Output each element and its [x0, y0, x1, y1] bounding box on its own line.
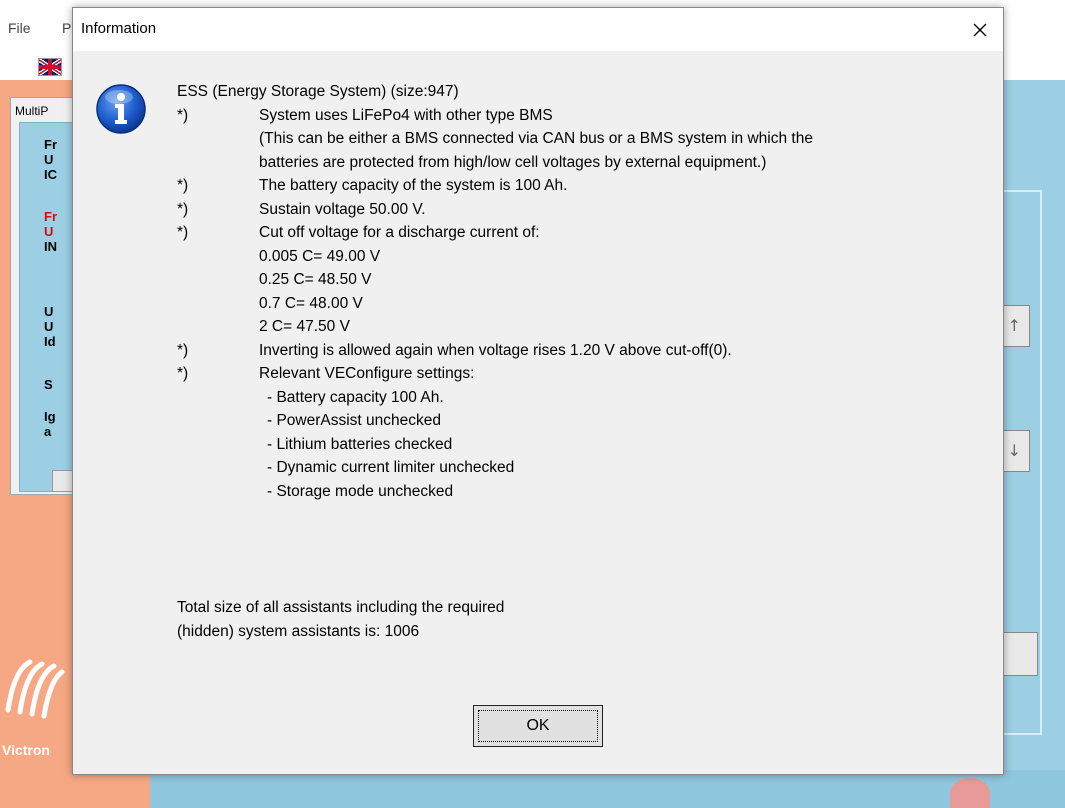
status-line: U — [44, 152, 54, 167]
status-line: Fr — [44, 137, 57, 152]
ok-button[interactable]: OK — [473, 705, 603, 747]
message-line: *) The battery capacity of the system is … — [177, 174, 987, 198]
message-heading: ESS (Energy Storage System) (size:947) — [177, 83, 459, 100]
message-body: ESS (Energy Storage System) (size:947) *… — [177, 80, 987, 503]
message-line: 0.005 C= 49.00 V — [177, 245, 987, 269]
uk-flag-icon[interactable] — [38, 58, 62, 76]
message-line: *) Cut off voltage for a discharge curren… — [177, 221, 987, 245]
message-line: batteries are protected from high/low ce… — [177, 151, 987, 175]
dialog-titlebar[interactable]: Information — [73, 8, 1003, 51]
arrow-up-icon: ↑ — [1007, 316, 1021, 335]
bottom-strip — [150, 770, 1065, 808]
close-button[interactable] — [957, 8, 1003, 51]
setting-line-text: - PowerAssist unchecked — [267, 412, 442, 429]
status-line: a — [44, 424, 52, 439]
bullet-marker: *) — [177, 224, 189, 241]
status-line: IC — [44, 167, 57, 182]
message-line-text: 0.005 C= 49.00 V — [259, 247, 381, 265]
message-line-text: 2 C= 47.50 V — [259, 318, 350, 335]
information-dialog: Information ESS (Energy Storage System) … — [72, 7, 1004, 775]
message-line-text: 0.25 C= 48.50 V — [259, 271, 372, 288]
footer-text: Total size of all assistants including t… — [177, 596, 504, 643]
setting-line-text: - Dynamic current limiter unchecked — [267, 459, 515, 476]
message-line-text: System uses LiFePo4 with other type BMS — [259, 106, 553, 124]
message-line: 0.7 C= 48.00 V — [177, 292, 987, 316]
dialog-title: Information — [81, 20, 157, 37]
footer-line: Total size of all assistants including t… — [177, 599, 505, 616]
message-line: 0.25 C= 48.50 V — [177, 268, 987, 292]
menu-file[interactable]: File — [8, 20, 31, 36]
bullet-marker: *) — [177, 177, 189, 194]
setting-line-text: - Lithium batteries checked — [267, 435, 453, 453]
status-line: S — [44, 377, 53, 392]
ok-button-label: OK — [526, 717, 550, 734]
info-icon — [96, 84, 146, 134]
corner-decoration — [950, 778, 990, 808]
status-line: Id — [44, 334, 56, 349]
message-line-text: (This can be either a BMS connected via … — [259, 130, 813, 147]
victron-logo-text: Victron — [2, 742, 50, 758]
arrow-down-icon: ↓ — [1007, 441, 1021, 460]
setting-line: - Lithium batteries checked — [177, 433, 987, 457]
status-line: Ig — [44, 409, 56, 424]
setting-line: - Storage mode unchecked — [177, 480, 987, 504]
setting-line: - PowerAssist unchecked — [177, 409, 987, 433]
message-line-text: Cut off voltage for a discharge current … — [259, 224, 540, 241]
menu-item-partial[interactable]: P — [62, 20, 71, 36]
multi-panel-title: MultiP — [15, 104, 49, 118]
setting-line: - Dynamic current limiter unchecked — [177, 456, 987, 480]
message-line: (This can be either a BMS connected via … — [177, 127, 987, 151]
close-icon — [973, 23, 987, 36]
setting-line-text: - Storage mode unchecked — [267, 482, 454, 500]
message-line-text: The battery capacity of the system is 10… — [259, 177, 568, 194]
setting-line: - Battery capacity 100 Ah. — [177, 386, 987, 410]
status-line: U — [44, 319, 54, 334]
message-line-text: Inverting is allowed again when voltage … — [259, 341, 732, 359]
message-line: *) Sustain voltage 50.00 V. — [177, 198, 987, 222]
status-line: Fr — [44, 209, 57, 224]
message-line: *) Inverting is allowed again when voltag… — [177, 339, 987, 363]
message-line: 2 C= 47.50 V — [177, 315, 987, 339]
setting-line-text: - Battery capacity 100 Ah. — [267, 388, 444, 406]
message-line-text: Sustain voltage 50.00 V. — [259, 200, 426, 218]
message-line: *) Relevant VEConfigure settings: — [177, 362, 987, 386]
bullet-marker: *) — [177, 200, 189, 218]
status-line: IN — [44, 239, 57, 254]
status-line: U — [44, 224, 54, 239]
bullet-marker: *) — [177, 106, 189, 124]
status-line: U — [44, 304, 54, 319]
bullet-marker: *) — [177, 365, 189, 382]
message-line-text: 0.7 C= 48.00 V — [259, 294, 363, 312]
footer-line: (hidden) system assistants is: 1006 — [177, 622, 420, 640]
bullet-marker: *) — [177, 341, 189, 359]
message-line-text: batteries are protected from high/low ce… — [259, 153, 767, 171]
message-line-text: Relevant VEConfigure settings: — [259, 365, 475, 382]
message-line: *) System uses LiFePo4 with other type BM… — [177, 104, 987, 128]
